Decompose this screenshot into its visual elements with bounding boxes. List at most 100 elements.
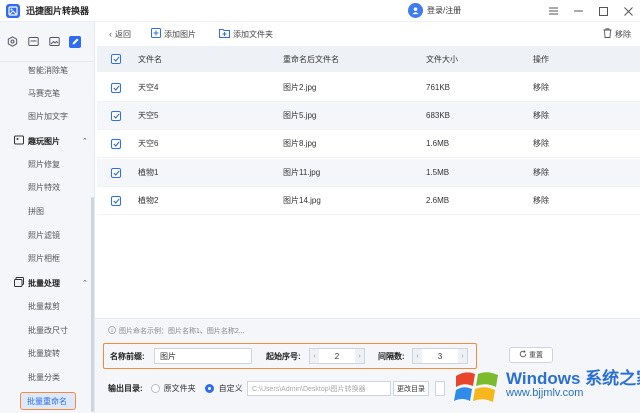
open-folder-button[interactable] bbox=[435, 381, 445, 396]
row-file-name: 天空4 bbox=[138, 83, 159, 92]
radio-original-folder[interactable] bbox=[150, 384, 160, 393]
row-remove-link[interactable]: 移除 bbox=[533, 82, 549, 93]
add-folder-icon bbox=[219, 28, 230, 40]
refresh-icon bbox=[519, 350, 527, 360]
toolbar: ‹ 返回 添加图片 添加文件夹 移除 bbox=[95, 22, 640, 46]
user-avatar-icon bbox=[408, 3, 423, 18]
login-label: 登录/注册 bbox=[427, 6, 462, 15]
sidebar-item-batch-rename[interactable]: 批量重命名 bbox=[20, 392, 76, 410]
login-button[interactable]: 登录/注册 bbox=[408, 3, 461, 18]
image-card-icon[interactable] bbox=[27, 36, 39, 48]
change-directory-button[interactable]: 更改目录 bbox=[393, 381, 429, 396]
sidebar-scrollbar[interactable] bbox=[91, 197, 94, 412]
row-checkbox[interactable] bbox=[111, 195, 121, 206]
sidebar-item-batch-rotate[interactable]: 批量旋转 bbox=[28, 348, 60, 359]
sidebar-item-photo-repair[interactable]: 照片修复 bbox=[28, 159, 60, 170]
add-folder-label: 添加文件夹 bbox=[233, 29, 273, 39]
output-directory-row: 输出目录: 原文件夹 自定义 bbox=[108, 383, 243, 394]
row-file-name: 植物2 bbox=[138, 196, 159, 205]
sidebar-top-icons bbox=[0, 22, 94, 62]
sidebar-item-batch-classify[interactable]: 批量分类 bbox=[28, 372, 60, 383]
app-title: 迅捷图片转换器 bbox=[26, 6, 90, 16]
watermark-url: www.bjjmlv.com bbox=[506, 387, 584, 399]
prefix-label: 名称前缀: bbox=[110, 352, 145, 361]
start-number-stepper[interactable]: ‹ 2 › bbox=[309, 348, 365, 364]
maximize-icon[interactable] bbox=[596, 4, 610, 18]
back-label: 返回 bbox=[115, 29, 131, 39]
remove-all-button[interactable]: 移除 bbox=[603, 28, 631, 40]
radio-custom-folder[interactable] bbox=[204, 384, 214, 393]
title-bar: 迅捷图片转换器 登录/注册 bbox=[0, 0, 640, 22]
sidebar-item-eraser[interactable]: 智能消除笔 bbox=[28, 65, 68, 76]
interval-label: 间隔数: bbox=[378, 352, 405, 361]
decrement-icon[interactable]: ‹ bbox=[310, 349, 319, 363]
row-remove-link[interactable]: 移除 bbox=[533, 167, 549, 178]
table-row[interactable]: 植物1 图片11.jpg 1.5MB 移除 bbox=[97, 159, 640, 187]
info-icon bbox=[108, 326, 116, 336]
row-checkbox[interactable] bbox=[111, 110, 121, 121]
decrement-icon[interactable]: ‹ bbox=[413, 349, 422, 363]
sidebar-item-batch-rename-label: 批量重命名 bbox=[27, 396, 67, 406]
add-image-button[interactable]: 添加图片 bbox=[151, 28, 196, 40]
rename-hint-text: 图片命名示例：图片名称1、图片名称2... bbox=[119, 328, 245, 335]
increment-icon[interactable]: › bbox=[355, 349, 364, 363]
radio-original-folder-label[interactable]: 原文件夹 bbox=[164, 383, 196, 394]
row-file-size: 761KB bbox=[426, 83, 451, 92]
table-row[interactable]: 植物2 图片14.jpg 2.6MB 移除 bbox=[97, 187, 640, 215]
back-button[interactable]: ‹ 返回 bbox=[109, 29, 131, 40]
sidebar-group-batch-label: 批量处理 bbox=[28, 278, 60, 288]
prefix-value: 图片 bbox=[160, 351, 176, 361]
radio-custom-folder-label[interactable]: 自定义 bbox=[219, 383, 243, 394]
row-new-name: 图片5.jpg bbox=[283, 111, 317, 120]
row-remove-link[interactable]: 移除 bbox=[533, 138, 549, 149]
chevron-up-icon: ⌃ bbox=[82, 138, 88, 145]
table-row[interactable]: 天空5 图片5.jpg 683KB 移除 bbox=[97, 102, 640, 130]
row-file-name: 天空6 bbox=[138, 139, 159, 148]
output-path-value: C:\Users\Admin\Desktop\图片转换器 bbox=[252, 385, 366, 393]
add-folder-button[interactable]: 添加文件夹 bbox=[219, 28, 273, 40]
select-all-checkbox[interactable] bbox=[111, 54, 121, 64]
close-icon[interactable] bbox=[621, 4, 635, 18]
row-file-name: 植物1 bbox=[138, 168, 159, 177]
header-file-name: 文件名 bbox=[138, 54, 162, 64]
row-new-name: 图片8.jpg bbox=[283, 139, 317, 148]
sidebar-item-photo-filter[interactable]: 照片滤镜 bbox=[28, 230, 60, 241]
output-label: 输出目录: bbox=[108, 384, 143, 393]
row-checkbox[interactable] bbox=[111, 167, 121, 178]
sidebar-item-add-text[interactable]: 图片加文字 bbox=[28, 111, 68, 122]
photo-icon[interactable] bbox=[48, 36, 60, 48]
output-path-input[interactable]: C:\Users\Admin\Desktop\图片转换器 bbox=[247, 381, 391, 396]
sidebar-group-batch[interactable]: 批量处理 ⌃ bbox=[14, 277, 88, 289]
table-row[interactable]: 天空6 图片8.jpg 1.6MB 移除 bbox=[97, 130, 640, 158]
row-file-name: 天空5 bbox=[138, 111, 159, 120]
row-checkbox[interactable] bbox=[111, 82, 121, 93]
table-header: 文件名 重命名后文件名 文件大小 操作 bbox=[97, 46, 640, 72]
sidebar-item-collage[interactable]: 拼图 bbox=[28, 206, 44, 217]
sidebar-item-mosaic[interactable]: 马赛克笔 bbox=[28, 88, 60, 99]
row-checkbox[interactable] bbox=[111, 138, 121, 149]
row-file-size: 1.6MB bbox=[426, 139, 450, 148]
menu-icon[interactable] bbox=[546, 4, 560, 18]
row-new-name: 图片2.jpg bbox=[283, 83, 317, 92]
rename-hint: 图片命名示例：图片名称1、图片名称2... bbox=[108, 326, 245, 336]
row-remove-link[interactable]: 移除 bbox=[533, 110, 549, 121]
trash-icon bbox=[603, 28, 612, 40]
sidebar-item-photo-frame[interactable]: 照片相框 bbox=[28, 253, 60, 264]
minimize-icon[interactable] bbox=[571, 4, 585, 18]
sidebar-item-batch-crop[interactable]: 批量裁剪 bbox=[28, 301, 60, 312]
sidebar-item-batch-resize[interactable]: 批量改尺寸 bbox=[28, 325, 68, 336]
row-new-name: 图片11.jpg bbox=[283, 168, 321, 177]
change-directory-label: 更改目录 bbox=[397, 385, 425, 393]
table-row[interactable]: 天空4 图片2.jpg 761KB 移除 bbox=[97, 74, 640, 102]
sidebar-group-fun[interactable]: 趣玩图片 ⌃ bbox=[14, 135, 88, 147]
settings-hex-icon[interactable] bbox=[6, 36, 18, 48]
edit-icon[interactable] bbox=[69, 35, 81, 48]
add-image-label: 添加图片 bbox=[164, 29, 196, 39]
sidebar: 智能消除笔 马赛克笔 图片加文字 趣玩图片 ⌃ 照片修复 照片特效 拼图 照片滤… bbox=[0, 22, 95, 413]
row-remove-link[interactable]: 移除 bbox=[533, 195, 549, 206]
chevron-left-icon: ‹ bbox=[109, 29, 112, 39]
sidebar-item-photo-effect[interactable]: 照片特效 bbox=[28, 182, 60, 193]
windows-logo-icon bbox=[454, 366, 500, 410]
prefix-input[interactable]: 图片 bbox=[154, 348, 252, 364]
reset-label: 重置 bbox=[529, 352, 543, 359]
